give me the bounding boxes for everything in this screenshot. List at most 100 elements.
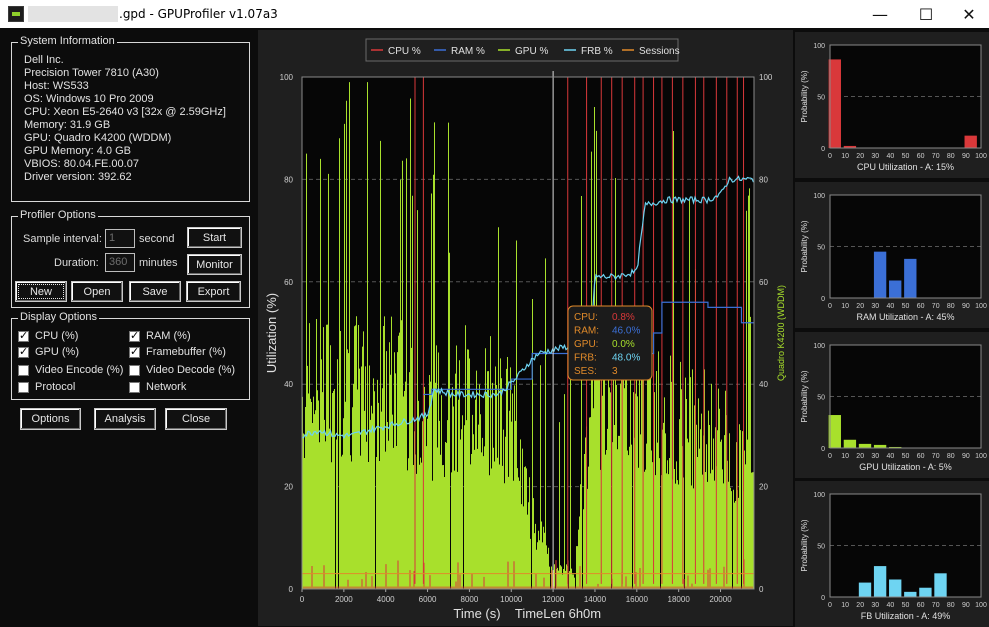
fb-histogram-svg: 0 50 100 0 10 20 30 40 50 60 70 80 90 100 Probability …	[800, 492, 987, 621]
options-button[interactable]: Options	[20, 408, 81, 430]
video-decode-check-box[interactable]	[129, 364, 140, 376]
hist-x-tick-label: 40	[887, 602, 895, 609]
minimize-button[interactable]: —	[857, 0, 903, 28]
hist-x-tick-label: 40	[887, 453, 895, 460]
hist-bar	[904, 258, 917, 298]
video-decode-checkbox-label: Video Decode (%)	[146, 364, 236, 376]
network-checkbox[interactable]: Network	[129, 379, 186, 395]
gpu-checkbox-label: GPU (%)	[35, 346, 79, 358]
maximize-button[interactable]: ☐	[903, 0, 949, 28]
app-icon	[8, 6, 24, 22]
analysis-button[interactable]: Analysis	[94, 408, 156, 430]
info-os: OS: Windows 10 Pro 2009	[24, 93, 154, 105]
display-options-title: Display Options	[18, 311, 100, 323]
hist-x-tick-label: 90	[962, 153, 970, 160]
utilization-chart-svg[interactable]: 0 020 2040 4060 6080 80100 1000 2000 4000 6000 800…	[258, 30, 793, 626]
info-cpu: CPU: Xeon E5-2640 v3 [32x @ 2.59GHz]	[24, 106, 226, 118]
hist-y-tick-label: 0	[821, 296, 825, 303]
hist-x-tick-label: 80	[947, 602, 955, 609]
network-check-box[interactable]	[129, 381, 140, 393]
ram-histogram-svg: 0 50 100 0 10 20 30 40 50 60 70 80 90 100 Probability …	[800, 193, 987, 322]
system-info-group: System Information Dell Inc. Precision T…	[11, 35, 250, 202]
sample-interval-input[interactable]: 1	[105, 229, 135, 248]
sample-interval-unit: second	[139, 233, 175, 245]
video-encode-check-box[interactable]	[18, 364, 29, 376]
video-encode-checkbox[interactable]: Video Encode (%)	[18, 362, 123, 378]
close-button[interactable]: Close	[165, 408, 227, 430]
hist-x-tick-label: 10	[841, 602, 849, 609]
hist-y-axis-label: Probability (%)	[800, 70, 809, 122]
profiler-options-title: Profiler Options	[18, 209, 98, 221]
tooltip-label: RAM:	[574, 326, 599, 337]
hist-x-axis-label: GPU Utilization - A: 5%	[859, 462, 952, 472]
gpu-checkbox[interactable]: GPU (%)	[18, 344, 79, 360]
duration-input[interactable]: 360	[105, 253, 135, 272]
gpu-check-box[interactable]	[18, 345, 29, 358]
protocol-checkbox[interactable]: Protocol	[18, 379, 75, 395]
y-right-tick-label: 40	[759, 380, 768, 389]
legend-label: Sessions	[639, 46, 680, 57]
legend-label: FRB %	[581, 46, 613, 57]
hist-bar	[858, 443, 872, 448]
hist-bar	[964, 135, 977, 148]
legend-label: RAM %	[451, 46, 485, 57]
video-encode-checkbox-label: Video Encode (%)	[35, 364, 124, 376]
new-button[interactable]: New	[15, 281, 67, 302]
hist-x-tick-label: 20	[856, 602, 864, 609]
y-tick-label: 60	[284, 278, 293, 287]
hist-x-tick-label: 90	[962, 453, 970, 460]
hist-x-tick-label: 90	[962, 303, 970, 310]
hist-x-tick-label: 70	[932, 453, 940, 460]
hist-y-axis-label: Probability (%)	[800, 370, 809, 422]
hist-x-tick-label: 20	[856, 153, 864, 160]
save-button[interactable]: Save	[129, 281, 181, 302]
cpu-check-box[interactable]	[18, 329, 29, 342]
framebuffer-checkbox[interactable]: Framebuffer (%)	[129, 344, 226, 360]
y-axis-label: Utilization (%)	[264, 293, 279, 373]
protocol-check-box[interactable]	[18, 381, 29, 393]
close-window-button[interactable]: ✕	[946, 0, 989, 28]
fb-histogram-panel: 0 50 100 0 10 20 30 40 50 60 70 80 90 100 Probability …	[795, 481, 989, 627]
hist-x-tick-label: 10	[841, 453, 849, 460]
network-checkbox-label: Network	[146, 381, 187, 393]
monitor-button[interactable]: Monitor	[187, 254, 242, 275]
ram-histogram-panel: 0 50 100 0 10 20 30 40 50 60 70 80 90 100 Probability …	[795, 182, 989, 328]
hist-x-tick-label: 80	[947, 153, 955, 160]
x-tick-label: 18000	[668, 595, 691, 604]
ram-checkbox[interactable]: RAM (%)	[129, 328, 191, 344]
video-decode-checkbox[interactable]: Video Decode (%)	[129, 362, 235, 378]
hist-x-tick-label: 60	[917, 453, 925, 460]
hist-x-tick-label: 10	[841, 303, 849, 310]
y-tick-label: 0	[289, 585, 294, 594]
export-button[interactable]: Export	[186, 281, 241, 302]
hist-bar	[934, 573, 947, 597]
info-model: Precision Tower 7810 (A30)	[24, 67, 159, 79]
hist-x-tick-label: 20	[856, 303, 864, 310]
redacted-filename	[28, 6, 118, 22]
tooltip-label: CPU:	[574, 312, 598, 323]
cpu-checkbox[interactable]: CPU (%)	[18, 328, 78, 344]
start-button[interactable]: Start	[187, 227, 242, 248]
tooltip-value: 0.8%	[612, 312, 635, 323]
system-info-title: System Information	[18, 35, 117, 47]
ram-check-box[interactable]	[129, 329, 140, 342]
x-tick-label: 0	[300, 595, 305, 604]
hist-y-axis-label: Probability (%)	[800, 220, 809, 272]
hist-x-tick-label: 70	[932, 153, 940, 160]
hist-y-tick-label: 100	[813, 343, 825, 350]
hist-x-tick-label: 60	[917, 303, 925, 310]
tooltip-value: 46.0%	[612, 326, 640, 337]
x-tick-label: 8000	[461, 595, 479, 604]
framebuffer-check-box[interactable]	[129, 345, 140, 358]
x-tick-label: 6000	[419, 595, 437, 604]
hist-x-tick-label: 40	[887, 303, 895, 310]
y-tick-label: 80	[284, 175, 293, 184]
y-tick-label: 20	[284, 483, 293, 492]
open-button[interactable]: Open	[71, 281, 123, 302]
hist-x-axis-label: RAM Utilization - A: 45%	[856, 312, 954, 322]
utilization-chart[interactable]: 0 0 20 20 40 40 60 60 80 80 100 100 0 2000 4000 6000 800…	[258, 30, 793, 626]
hist-bar	[873, 566, 887, 597]
tooltip-value: 0.0%	[612, 339, 635, 350]
hist-y-tick-label: 50	[817, 245, 825, 252]
title-bar: .gpd - GPUProfiler v1.07a3 — ☐ ✕	[0, 0, 989, 28]
